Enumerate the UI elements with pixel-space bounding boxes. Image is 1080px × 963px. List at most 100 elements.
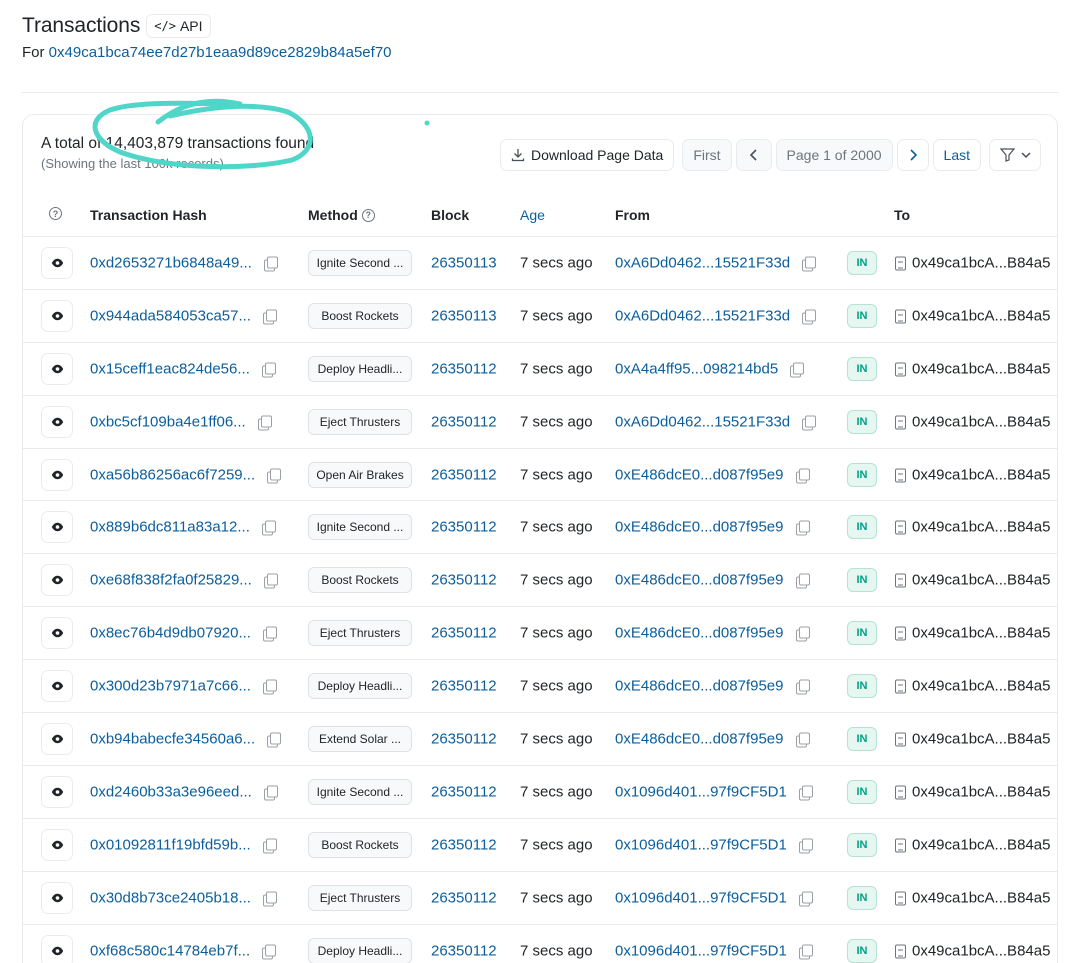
copy-icon[interactable] — [263, 309, 278, 325]
view-details-button[interactable] — [41, 934, 73, 963]
column-age[interactable]: Age — [520, 207, 545, 223]
copy-icon[interactable] — [257, 415, 272, 431]
transaction-hash-link[interactable]: 0x01092811f19bfd59b... — [90, 836, 251, 853]
copy-icon[interactable] — [262, 944, 277, 960]
method-label: Ignite Second ... — [316, 255, 404, 270]
chevron-left-icon — [749, 149, 757, 161]
from-address-link[interactable]: 0xA6Dd0462...15521F33d — [615, 254, 790, 271]
copy-icon[interactable] — [795, 626, 810, 642]
view-details-button[interactable] — [41, 246, 73, 279]
block-link[interactable]: 26350112 — [431, 836, 497, 853]
from-address-link[interactable]: 0x1096d401...97f9CF5D1 — [615, 783, 787, 800]
last-page-button[interactable]: Last — [932, 139, 981, 171]
from-address-link[interactable]: 0xE486dcE0...d087f95e9 — [615, 466, 783, 483]
block-link[interactable]: 26350113 — [431, 307, 497, 324]
contract-icon — [895, 520, 906, 535]
copy-icon[interactable] — [795, 573, 810, 589]
view-details-button[interactable] — [41, 828, 73, 861]
transaction-hash-link[interactable]: 0x889b6dc811a83a12... — [90, 519, 250, 536]
block-link[interactable]: 26350112 — [431, 942, 497, 959]
copy-icon[interactable] — [263, 573, 278, 589]
block-link[interactable]: 26350112 — [431, 783, 497, 800]
transaction-hash-link[interactable]: 0x944ada584053ca57... — [90, 307, 251, 324]
transaction-hash-link[interactable]: 0xa56b86256ac6f7259... — [90, 466, 255, 483]
view-details-button[interactable] — [41, 881, 73, 914]
transaction-hash-link[interactable]: 0xbc5cf109ba4e1ff06... — [90, 413, 246, 430]
copy-icon[interactable] — [798, 891, 813, 907]
filter-dropdown-button[interactable] — [989, 139, 1041, 171]
block-link[interactable]: 26350112 — [431, 889, 497, 906]
transaction-hash-link[interactable]: 0xb94babecfe34560a6... — [90, 730, 255, 747]
transaction-hash-link[interactable]: 0x8ec76b4d9db07920... — [90, 625, 251, 642]
block-link[interactable]: 26350112 — [431, 730, 497, 747]
from-address-link[interactable]: 0xE486dcE0...d087f95e9 — [615, 678, 783, 695]
view-details-button[interactable] — [41, 722, 73, 755]
block-link[interactable]: 26350112 — [431, 519, 497, 536]
copy-icon[interactable] — [264, 785, 278, 801]
first-page-button[interactable]: First — [682, 139, 732, 171]
copy-icon[interactable] — [798, 944, 813, 960]
view-details-button[interactable] — [41, 511, 73, 544]
copy-icon[interactable] — [262, 520, 277, 536]
copy-icon[interactable] — [262, 362, 277, 378]
block-link[interactable]: 26350112 — [431, 678, 497, 695]
copy-icon[interactable] — [798, 785, 813, 801]
copy-icon[interactable] — [802, 309, 817, 325]
previous-page-button[interactable] — [735, 139, 772, 171]
from-address-link[interactable]: 0xA6Dd0462...15521F33d — [615, 413, 790, 430]
copy-icon[interactable] — [262, 838, 277, 854]
view-details-button[interactable] — [41, 352, 73, 385]
transaction-hash-link[interactable]: 0xf68c580c14784eb7f... — [90, 942, 250, 959]
transaction-hash-link[interactable]: 0xd2653271b6848a49... — [90, 254, 252, 271]
copy-icon[interactable] — [264, 256, 278, 272]
view-details-button[interactable] — [41, 617, 73, 650]
block-link[interactable]: 26350112 — [431, 360, 497, 377]
method-badge: Deploy Headli... — [308, 673, 412, 700]
block-link[interactable]: 26350112 — [431, 625, 497, 642]
from-address-link[interactable]: 0xE486dcE0...d087f95e9 — [615, 572, 783, 589]
question-icon[interactable]: ? — [361, 208, 375, 222]
address-link[interactable]: 0x49ca1bca74ee7d27b1eaa9d89ce2829b84a5ef… — [49, 44, 392, 61]
copy-icon[interactable] — [795, 468, 810, 484]
from-address-link[interactable]: 0xA6Dd0462...15521F33d — [615, 307, 790, 324]
view-details-button[interactable] — [41, 405, 73, 438]
view-details-button[interactable] — [41, 775, 73, 808]
block-link[interactable]: 26350112 — [431, 466, 497, 483]
contract-icon — [895, 838, 906, 853]
transaction-hash-link[interactable]: 0xe68f838f2fa0f25829... — [90, 572, 252, 589]
transaction-hash-link[interactable]: 0x15ceff1eac824de56... — [90, 360, 250, 377]
copy-icon[interactable] — [263, 679, 278, 695]
view-details-button[interactable] — [41, 670, 73, 703]
copy-icon[interactable] — [802, 256, 817, 272]
from-address-link[interactable]: 0x1096d401...97f9CF5D1 — [615, 942, 787, 959]
from-address-link[interactable]: 0xE486dcE0...d087f95e9 — [615, 519, 783, 536]
next-page-button[interactable] — [896, 139, 929, 171]
copy-icon[interactable] — [798, 838, 813, 854]
copy-icon[interactable] — [795, 520, 810, 536]
view-details-button[interactable] — [41, 458, 73, 491]
view-details-button[interactable] — [41, 299, 73, 332]
block-link[interactable]: 26350112 — [431, 572, 497, 589]
question-icon[interactable]: ? — [49, 207, 62, 220]
download-page-data-button[interactable]: Download Page Data — [500, 139, 675, 171]
copy-icon[interactable] — [790, 362, 805, 378]
block-link[interactable]: 26350112 — [431, 413, 497, 430]
block-link[interactable]: 26350113 — [431, 254, 497, 271]
from-address-link[interactable]: 0x1096d401...97f9CF5D1 — [615, 889, 787, 906]
api-button[interactable]: </> API — [146, 14, 211, 38]
copy-icon[interactable] — [267, 732, 282, 748]
copy-icon[interactable] — [263, 891, 278, 907]
copy-icon[interactable] — [267, 468, 282, 484]
from-address-link[interactable]: 0x1096d401...97f9CF5D1 — [615, 836, 787, 853]
copy-icon[interactable] — [795, 679, 810, 695]
copy-icon[interactable] — [802, 415, 817, 431]
transaction-hash-link[interactable]: 0x30d8b73ce2405b18... — [90, 889, 251, 906]
from-address-link[interactable]: 0xA4a4ff95...098214bd5 — [615, 360, 778, 377]
copy-icon[interactable] — [263, 626, 278, 642]
view-details-button[interactable] — [41, 564, 73, 597]
transaction-hash-link[interactable]: 0xd2460b33a3e96eed... — [90, 783, 252, 800]
copy-icon[interactable] — [795, 732, 810, 748]
from-address-link[interactable]: 0xE486dcE0...d087f95e9 — [615, 730, 783, 747]
transaction-hash-link[interactable]: 0x300d23b7971a7c66... — [90, 678, 251, 695]
from-address-link[interactable]: 0xE486dcE0...d087f95e9 — [615, 625, 783, 642]
